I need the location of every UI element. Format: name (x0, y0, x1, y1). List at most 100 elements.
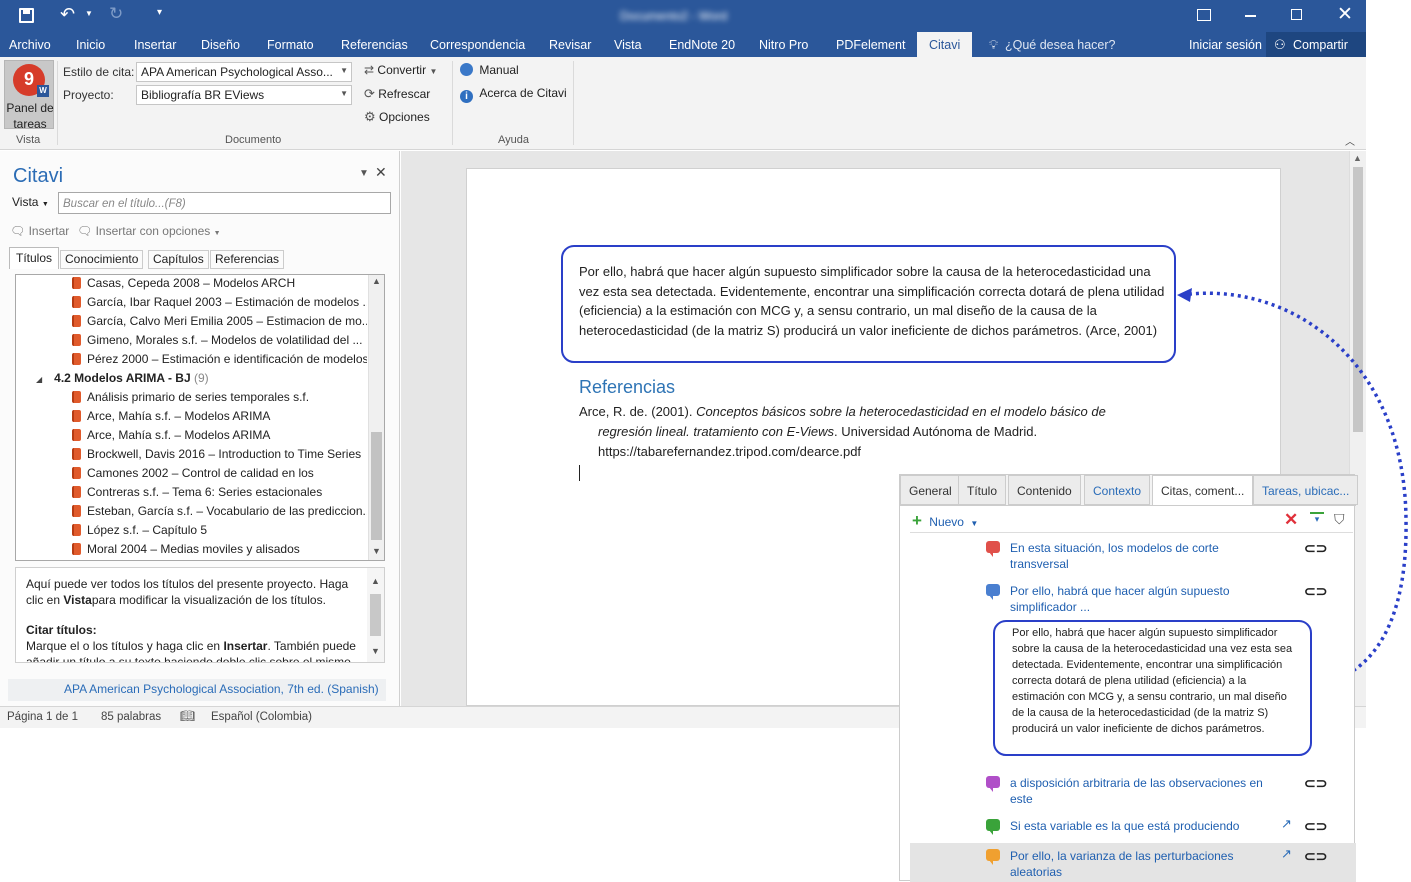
refrescar-button[interactable]: ⟳ Refrescar (364, 86, 430, 104)
tree-title-item[interactable]: Camones 2002 – Control de calidad en los (72, 466, 367, 485)
minimize-button[interactable] (1245, 15, 1256, 17)
vista-dropdown[interactable]: Vista ▼ (12, 195, 49, 209)
acerca-button[interactable]: i Acerca de Citavi (460, 86, 567, 103)
manual-button[interactable]: Manual (460, 63, 519, 77)
tree-title-item[interactable]: Análisis primario de series temporales s… (72, 390, 367, 409)
link-icon[interactable]: ⊂⊃ (1304, 541, 1327, 555)
tree-title-item[interactable]: Contreras s.f. – Tema 6: Series estacion… (72, 485, 367, 504)
word-badge-icon: W (37, 85, 49, 97)
tab-pdfelement[interactable]: PDFelement (836, 38, 905, 52)
popup-tab-contexto[interactable]: Contexto (1084, 475, 1151, 505)
tab-nitro-pro[interactable]: Nitro Pro (759, 38, 808, 52)
quote-item-text: Si esta variable es la que está producie… (1010, 819, 1240, 833)
tab-inicio[interactable]: Inicio (76, 38, 105, 52)
tree-title-item[interactable]: Moral 2004 – Medias moviles y alisados (72, 542, 367, 560)
signin-link[interactable]: Iniciar sesión (1189, 38, 1262, 52)
tree-title-item[interactable]: García, Ibar Raquel 2003 – Estimación de… (72, 295, 367, 314)
estilo-combobox[interactable]: APA American Psychological Asso... ▼ (136, 62, 352, 82)
open-external-icon[interactable]: ↗ (1281, 846, 1292, 862)
popup-tab-citas[interactable]: Citas, coment... (1152, 475, 1254, 505)
expanded-quote-box[interactable]: Por ello, habrá que hacer algún supuesto… (993, 620, 1312, 756)
ribbon-display-options-icon[interactable] (1197, 9, 1211, 21)
popup-tab-titulo[interactable]: Título (958, 475, 1007, 505)
tab-formato[interactable]: Formato (267, 38, 314, 52)
quote-list-item[interactable]: a disposición arbitraria de las observac… (900, 770, 1356, 808)
tree-title-item[interactable]: Arce, Mahía s.f. – Modelos ARIMA (72, 409, 367, 428)
tab-archivo[interactable]: Archivo (9, 38, 51, 52)
search-placeholder: Buscar en el título...(F8) (63, 198, 186, 210)
quote-list-item[interactable]: Si esta variable es la que está producie… (900, 813, 1356, 839)
tab-conocimiento[interactable]: Conocimiento (60, 250, 144, 269)
reference-entry[interactable]: Arce, R. de. (2001). Conceptos básicos s… (579, 402, 1139, 462)
close-button[interactable]: ✕ (1337, 3, 1353, 26)
tab-correspondencia[interactable]: Correspondencia (430, 38, 525, 52)
help-scrollbar[interactable]: ▲ ▼ (367, 568, 384, 662)
popup-tab-general[interactable]: General (900, 475, 961, 505)
quote-list-item-selected[interactable]: Por ello, la varianza de las perturbacio… (910, 843, 1356, 882)
link-icon[interactable]: ⊂⊃ (1304, 819, 1327, 833)
proofing-icon[interactable]: 📖︎ (180, 709, 195, 723)
customize-qat-icon[interactable]: ▾ (157, 7, 162, 18)
tree-group-node[interactable]: ◢ 4.2 Modelos ARIMA - BJ (9) (36, 371, 381, 390)
tab-vista[interactable]: Vista (614, 38, 642, 52)
tell-me-input[interactable]: ¿Qué desea hacer? (1005, 38, 1116, 52)
undo-dropdown-icon[interactable]: ▼ (85, 9, 93, 18)
quote-list-item[interactable]: En esta situación, los modelos de corte … (900, 535, 1356, 573)
redo-icon[interactable]: ↻ (109, 4, 123, 24)
tree-title-label: Análisis primario de series temporales s… (87, 390, 310, 404)
insertar-opciones-button[interactable]: 🗨︎ Insertar con opciones ▼ (77, 224, 221, 238)
tree-title-item[interactable]: Brockwell, Davis 2016 – Introduction to … (72, 447, 367, 466)
expand-toggle-icon[interactable]: ◢ (36, 375, 42, 384)
popup-tab-strip: General Título Contenido Contexto Citas,… (900, 475, 1359, 506)
reference-author: Arce, R. de. (2001). (579, 404, 697, 419)
delete-icon[interactable]: ✕ (1284, 510, 1298, 530)
popup-tab-tareas[interactable]: Tareas, ubicac... (1253, 475, 1359, 505)
link-icon[interactable]: ⊂⊃ (1304, 849, 1327, 863)
save-icon[interactable] (19, 8, 34, 23)
tree-title-item[interactable]: Arce, Mahía s.f. – Modelos ARIMA (72, 428, 367, 447)
tab-insertar[interactable]: Insertar (134, 38, 176, 52)
citation-style-link[interactable]: APA American Psychological Association, … (64, 682, 379, 696)
group-vista-label: Vista (16, 134, 41, 146)
tab-capitulos[interactable]: Capítulos (148, 250, 209, 269)
panel-options-icon[interactable]: ▼ (359, 168, 369, 179)
task-pane-button[interactable]: 9 W Panel de tareas (4, 60, 54, 131)
quote-list-item[interactable]: Por ello, habrá que hacer algún supuesto… (900, 578, 1356, 616)
proyecto-combobox[interactable]: Bibliografía BR EViews ▼ (136, 85, 352, 105)
tree-title-item[interactable]: Casas, Cepeda 2008 – Modelos ARCH (72, 276, 367, 295)
tree-title-item[interactable]: Pérez 2000 – Estimación e identificación… (72, 352, 367, 371)
open-external-icon[interactable]: ↗ (1281, 816, 1292, 832)
tab-referencias[interactable]: Referencias (210, 250, 285, 269)
language[interactable]: Español (Colombia) (211, 711, 312, 723)
tab-titulos[interactable]: Títulos (9, 247, 60, 269)
opciones-button[interactable]: ⚙ Opciones (364, 109, 430, 127)
share-button[interactable]: ⚇ Compartir (1266, 32, 1366, 57)
convertir-button[interactable]: ⇄ Convertir ▼ (364, 63, 437, 81)
sort-icon[interactable]: ▾ (1310, 512, 1324, 524)
chevron-down-icon: ▼ (340, 66, 348, 75)
tab-diseno[interactable]: Diseño (201, 38, 240, 52)
search-input[interactable]: Buscar en el título...(F8) (58, 192, 391, 214)
close-icon[interactable]: ✕ (375, 164, 387, 181)
tab-revisar[interactable]: Revisar (549, 38, 591, 52)
collapse-ribbon-icon[interactable]: ︿ (1345, 133, 1355, 148)
tab-citavi[interactable]: Citavi (917, 32, 973, 57)
filter-icon[interactable]: ⛉ (1334, 511, 1345, 528)
link-icon[interactable]: ⊂⊃ (1304, 584, 1327, 598)
tree-title-item[interactable]: García, Calvo Meri Emilia 2005 – Estimac… (72, 314, 367, 333)
tree-title-item[interactable]: Esteban, García s.f. – Vocabulario de la… (72, 504, 367, 523)
tab-endnote[interactable]: EndNote 20 (669, 38, 735, 52)
popup-tab-contenido[interactable]: Contenido (1008, 475, 1081, 505)
word-count[interactable]: 85 palabras (101, 711, 161, 723)
tree-title-item[interactable]: Gimeno, Morales s.f. – Modelos de volati… (72, 333, 367, 352)
tree-scrollbar[interactable]: ▲ ▼ (368, 275, 384, 560)
insertar-button[interactable]: 🗨︎ Insertar (10, 224, 69, 238)
undo-icon[interactable]: ↶ (60, 4, 75, 25)
page-count[interactable]: Página 1 de 1 (7, 711, 78, 723)
insert-options-icon: 🗨︎ (77, 224, 93, 238)
nuevo-button[interactable]: + Nuevo ▼ (912, 511, 978, 531)
tree-title-item[interactable]: López s.f. – Capítulo 5 (72, 523, 367, 542)
link-icon[interactable]: ⊂⊃ (1304, 776, 1327, 790)
restore-button[interactable] (1291, 9, 1302, 20)
tab-referencias[interactable]: Referencias (341, 38, 408, 52)
